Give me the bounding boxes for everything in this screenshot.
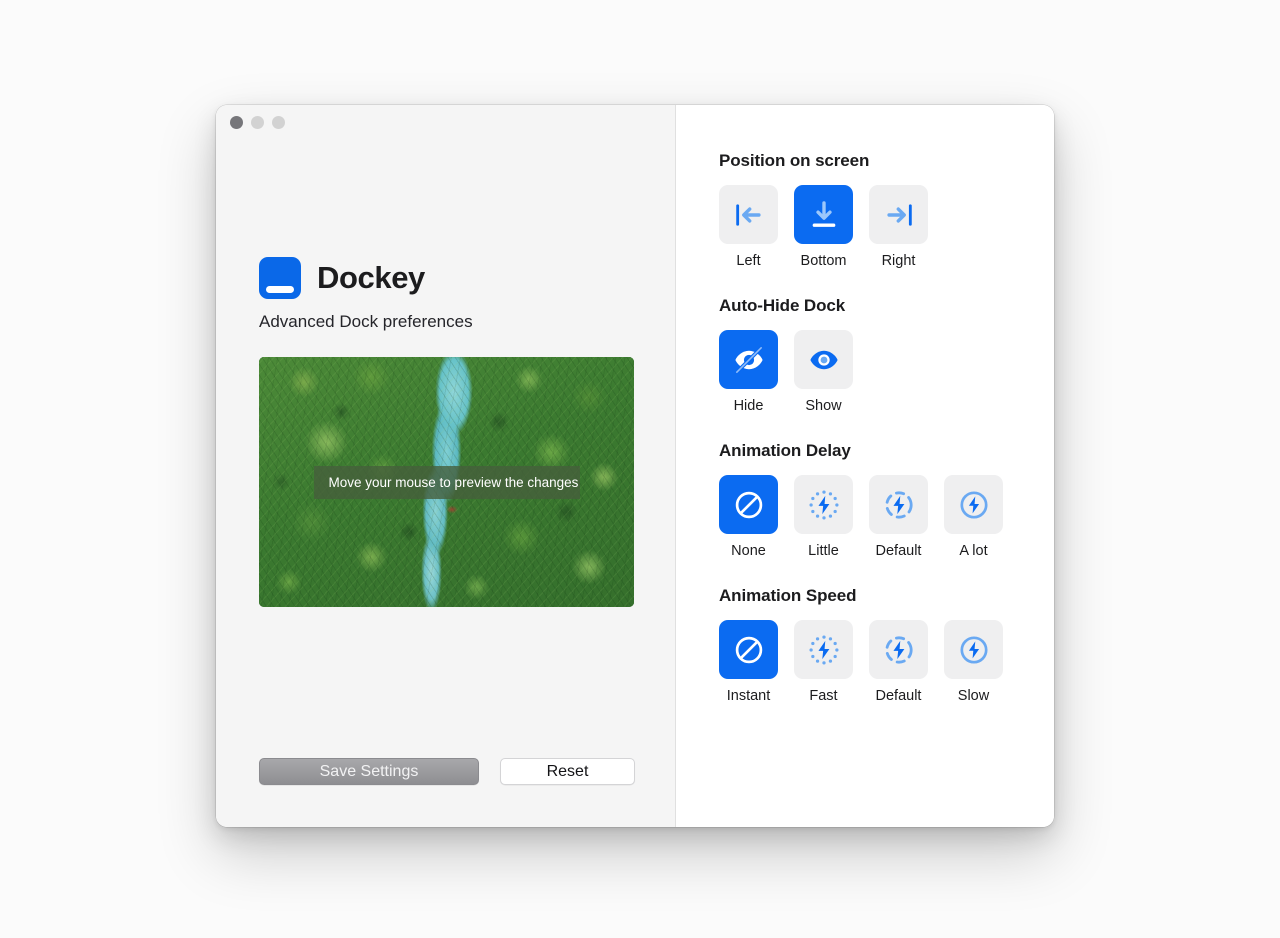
section-title: Position on screen — [719, 151, 870, 170]
bolt-dotted-icon[interactable] — [794, 475, 853, 534]
option-label: Show — [805, 398, 842, 414]
section-title: Auto-Hide Dock — [719, 296, 846, 315]
option-label: Instant — [726, 688, 771, 704]
section-auto-hide-dock: Auto-Hide Dock Hide Show — [719, 296, 1054, 414]
eye-off-icon[interactable] — [719, 330, 778, 389]
option-label: Right — [881, 253, 916, 269]
bolt-solid-ring-icon[interactable] — [944, 620, 1003, 679]
maximize-button[interactable] — [272, 116, 285, 129]
section-title: Animation Delay — [719, 441, 851, 460]
preview-overlay-text: Move your mouse to preview the changes — [313, 465, 580, 499]
option-animation-delay-none[interactable]: None — [719, 475, 778, 559]
option-animation-delay-default[interactable]: Default — [869, 475, 928, 559]
arrow-right-to-bar-icon[interactable] — [869, 185, 928, 244]
prohibited-icon[interactable] — [719, 620, 778, 679]
bolt-dashed-icon[interactable] — [869, 620, 928, 679]
brand-row: Dockey — [259, 257, 639, 299]
dock-app-icon — [259, 257, 301, 299]
dock-bar-glyph — [266, 286, 294, 293]
close-button[interactable] — [230, 116, 243, 129]
option-position-on-screen-bottom[interactable]: Bottom — [794, 185, 853, 269]
option-label: Left — [736, 253, 761, 269]
option-animation-speed-fast[interactable]: Fast — [794, 620, 853, 704]
option-position-on-screen-right[interactable]: Right — [869, 185, 928, 269]
bolt-solid-ring-icon[interactable] — [944, 475, 1003, 534]
section-animation-speed: Animation Speed Instant Fast Default Slow — [719, 586, 1054, 704]
option-position-on-screen-left[interactable]: Left — [719, 185, 778, 269]
option-label: Hide — [733, 398, 764, 414]
section-position-on-screen: Position on screen Left Bottom Right — [719, 151, 1054, 269]
left-panel: Dockey Advanced Dock preferences Move yo… — [216, 105, 676, 827]
option-animation-speed-instant[interactable]: Instant — [719, 620, 778, 704]
option-row: Hide Show — [719, 330, 1054, 414]
option-animation-speed-default[interactable]: Default — [869, 620, 928, 704]
page-subtitle: Advanced Dock preferences — [259, 312, 473, 331]
option-label: Fast — [809, 688, 838, 704]
option-label: A lot — [959, 543, 988, 559]
reset-button[interactable]: Reset — [500, 758, 635, 785]
arrow-down-to-bar-icon[interactable] — [794, 185, 853, 244]
page-title: Dockey — [317, 260, 425, 295]
option-animation-delay-a-lot[interactable]: A lot — [944, 475, 1003, 559]
minimize-button[interactable] — [251, 116, 264, 129]
option-label: Bottom — [800, 253, 847, 269]
settings-panel: Position on screen Left Bottom Right Auto-Hi… — [676, 105, 1054, 827]
preview-image[interactable]: Move your mouse to preview the changes — [259, 357, 634, 607]
option-row: None Little Default A lot — [719, 475, 1054, 559]
option-animation-delay-little[interactable]: Little — [794, 475, 853, 559]
option-label: Default — [875, 543, 922, 559]
section-animation-delay: Animation Delay None Little Default A lot — [719, 441, 1054, 559]
save-settings-button[interactable]: Save Settings — [259, 758, 479, 785]
option-animation-speed-slow[interactable]: Slow — [944, 620, 1003, 704]
prohibited-icon[interactable] — [719, 475, 778, 534]
brand-block: Dockey Advanced Dock preferences — [259, 257, 639, 332]
option-label: Default — [875, 688, 922, 704]
option-auto-hide-dock-show[interactable]: Show — [794, 330, 853, 414]
eye-icon[interactable] — [794, 330, 853, 389]
bolt-dashed-icon[interactable] — [869, 475, 928, 534]
section-title: Animation Speed — [719, 586, 857, 605]
window-controls — [230, 116, 285, 129]
option-row: Left Bottom Right — [719, 185, 1054, 269]
option-label: None — [731, 543, 766, 559]
option-label: Little — [808, 543, 839, 559]
arrow-left-to-bar-icon[interactable] — [719, 185, 778, 244]
bolt-dotted-icon[interactable] — [794, 620, 853, 679]
option-auto-hide-dock-hide[interactable]: Hide — [719, 330, 778, 414]
option-row: Instant Fast Default Slow — [719, 620, 1054, 704]
action-buttons: Save Settings Reset — [259, 758, 635, 785]
app-window: Dockey Advanced Dock preferences Move yo… — [216, 105, 1054, 827]
option-label: Slow — [957, 688, 990, 704]
